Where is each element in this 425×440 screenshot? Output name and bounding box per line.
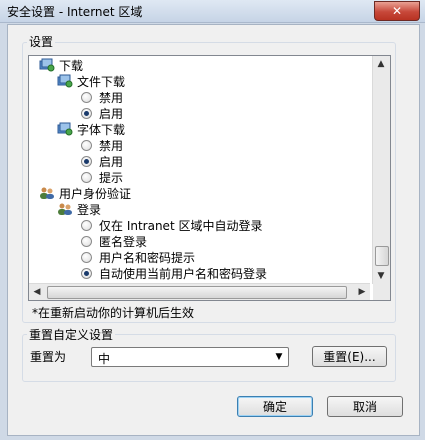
tree-label: 用户名和密码提示 (99, 250, 196, 265)
radio-option[interactable]: 仅在 Intranet 区域中自动登录 (81, 217, 262, 233)
radio-button[interactable] (81, 267, 92, 279)
tree-label: 文件下载 (77, 74, 126, 89)
tree-label: 登录 (77, 202, 102, 217)
tree-node: 登录 (57, 201, 101, 217)
tree-node: 用户身份验证 (39, 185, 131, 201)
radio-option[interactable]: 启用 (81, 105, 123, 121)
radio-button[interactable] (81, 107, 92, 119)
tree-node: 字体下载 (57, 121, 125, 137)
tree-label: 仅在 Intranet 区域中自动登录 (99, 218, 263, 233)
tree-node: 文件下载 (57, 73, 125, 89)
radio-button[interactable] (81, 91, 92, 103)
tree-label: 提示 (99, 170, 124, 185)
radio-option[interactable]: 提示 (81, 169, 123, 185)
security-level-value: 中 (98, 352, 111, 366)
tree-label: 用户身份验证 (59, 186, 132, 201)
gear-icon (39, 58, 55, 72)
radio-option[interactable]: 禁用 (81, 89, 123, 105)
scroll-right-arrow-icon[interactable]: ▶ (354, 284, 370, 300)
title-bar: 安全设置 - Internet 区域 ✕ (0, 0, 425, 23)
scroll-down-arrow-icon[interactable]: ▼ (373, 268, 389, 284)
settings-tree: 下载 文件下载 禁用 启用 字体下载 禁用 启用 提示 用户身份验证 登录 仅在 Intranet … (29, 56, 370, 284)
restart-note: *在重新启动你的计算机后生效 (32, 306, 195, 320)
radio-button[interactable] (81, 219, 92, 231)
radio-button[interactable] (81, 251, 92, 263)
scroll-up-arrow-icon[interactable]: ▲ (373, 56, 389, 72)
radio-button[interactable] (81, 139, 92, 151)
reset-to-label: 重置为 (30, 350, 67, 364)
tree-label: 字体下载 (77, 122, 126, 137)
close-button[interactable]: ✕ (374, 1, 420, 21)
window-title: 安全设置 - Internet 区域 (7, 5, 143, 19)
gear-icon (57, 122, 73, 136)
horizontal-scroll-thumb[interactable] (47, 286, 347, 299)
gear-icon (57, 74, 73, 88)
ok-button[interactable]: 确定 (237, 396, 313, 417)
vertical-scroll-thumb[interactable] (375, 246, 389, 266)
radio-option[interactable]: 禁用 (81, 137, 123, 153)
cancel-button[interactable]: 取消 (327, 396, 403, 417)
chevron-down-icon[interactable]: ▼ (272, 350, 286, 364)
reset-group-label: 重置自定义设置 (27, 326, 116, 343)
tree-label: 禁用 (99, 90, 124, 105)
users-icon (57, 202, 73, 216)
tree-label: 启用 (99, 106, 124, 121)
radio-option[interactable]: 用户名和密码提示 (81, 249, 195, 265)
radio-option[interactable]: 匿名登录 (81, 233, 147, 249)
settings-list[interactable]: 下载 文件下载 禁用 启用 字体下载 禁用 启用 提示 用户身份验证 登录 仅在 Intranet … (28, 55, 391, 301)
radio-option[interactable]: 自动使用当前用户名和密码登录 (81, 265, 267, 281)
radio-button[interactable] (81, 155, 92, 167)
tree-label: 下载 (59, 58, 84, 73)
reset-button[interactable]: 重置(E)... (312, 346, 387, 367)
scroll-left-arrow-icon[interactable]: ◀ (29, 284, 45, 300)
tree-label: 启用 (99, 154, 124, 169)
tree-label: 禁用 (99, 138, 124, 153)
settings-group-label: 设置 (27, 33, 56, 50)
tree-label: 自动使用当前用户名和密码登录 (99, 266, 268, 281)
radio-option[interactable]: 启用 (81, 153, 123, 169)
vertical-scrollbar[interactable]: ▲ ▼ (372, 56, 390, 284)
tree-label: 匿名登录 (99, 234, 148, 249)
radio-button[interactable] (81, 235, 92, 247)
horizontal-scrollbar[interactable]: ◀ ▶ (29, 283, 370, 300)
tree-node: 下载 (39, 57, 83, 73)
radio-button[interactable] (81, 171, 92, 183)
users-icon (39, 186, 55, 200)
security-level-select[interactable]: 中 ▼ (91, 347, 289, 367)
scrollbar-corner (373, 284, 390, 300)
